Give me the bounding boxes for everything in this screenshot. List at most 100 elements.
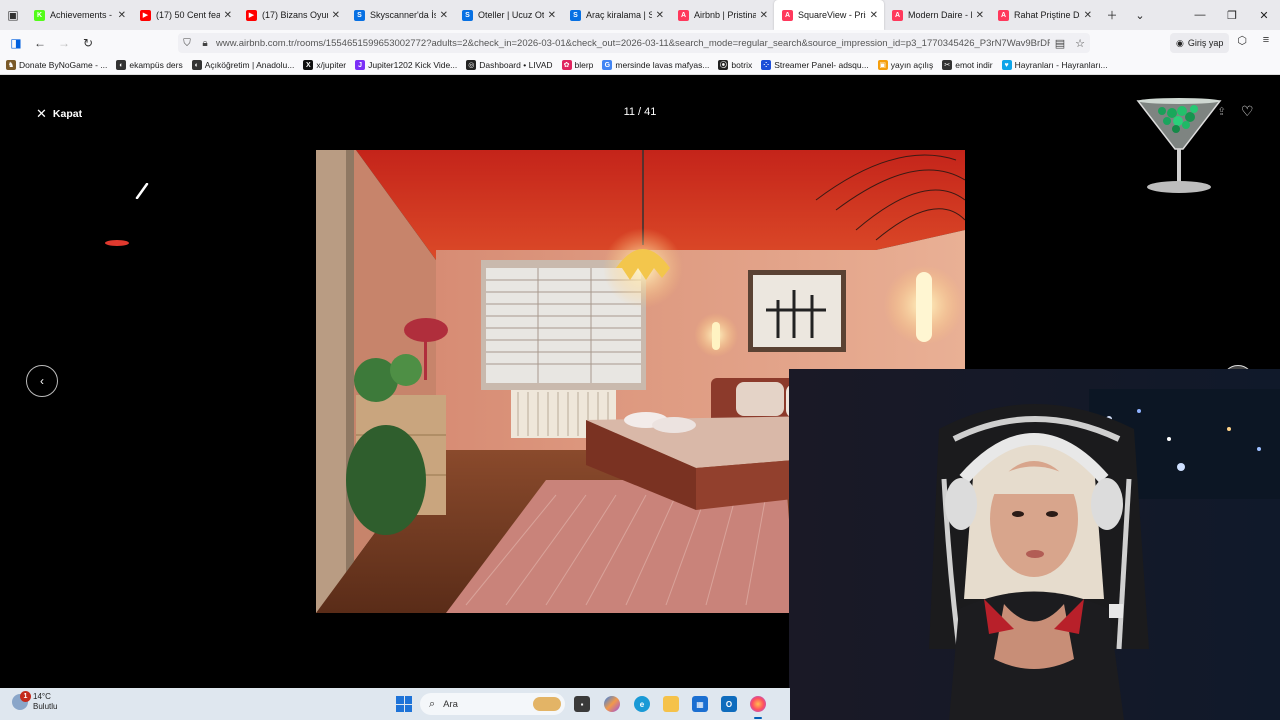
bookmark-item[interactable]: ⁘ Streamer Panel- adsqu... <box>761 60 869 70</box>
tab-close-icon[interactable]: ✕ <box>870 10 878 21</box>
tab-favicon-icon: A <box>782 9 793 21</box>
weather-widget[interactable]: 1 14°C Bulutlu <box>12 691 58 712</box>
sidebar-toggle-icon[interactable]: ◨ <box>4 36 28 50</box>
outlook-icon[interactable]: O <box>721 696 737 712</box>
bookmark-item[interactable]: ◐ Açıköğretim | Anadolu... <box>191 60 294 70</box>
sign-in-button[interactable]: ◉ Giriş yap <box>1170 33 1230 53</box>
menu-icon[interactable]: ≡ <box>1254 34 1278 47</box>
tab-close-icon[interactable]: ✕ <box>976 10 984 21</box>
bookmark-label: emot indir <box>955 60 993 70</box>
weather-condition: Bulutlu <box>33 702 58 711</box>
tab-close-icon[interactable]: ✕ <box>224 10 232 21</box>
tab-close-icon[interactable]: ✕ <box>1084 10 1092 21</box>
bookmark-label: ekampüs ders <box>129 60 183 70</box>
browser-nav-bar: ◨ ← → ↻ ⛉ 🔒︎ www.airbnb.com.tr/rooms/155… <box>0 30 1280 56</box>
tab-label: (17) 50 Cent feat. H <box>156 10 220 20</box>
start-button[interactable] <box>396 696 412 712</box>
chevron-left-icon: ‹ <box>40 374 44 388</box>
bookmark-label: mersinde lavas mafyas... <box>615 60 710 70</box>
drawn-stroke-red <box>105 240 129 246</box>
search-placeholder: Ara <box>443 698 458 710</box>
tab-close-icon[interactable]: ✕ <box>656 10 664 21</box>
browser-tab[interactable]: A Modern Daire - Prişt ✕ <box>884 0 990 30</box>
bookmark-item[interactable]: ▣ yayın açılış <box>877 60 933 70</box>
tab-overview-icon[interactable]: ▣ <box>0 0 26 30</box>
store-icon[interactable]: ▦ <box>692 696 708 712</box>
new-tab-button[interactable]: ＋ <box>1098 7 1126 23</box>
tab-favicon-icon: S <box>462 9 473 21</box>
tab-close-icon[interactable]: ✕ <box>332 10 340 21</box>
firefox-icon[interactable] <box>750 696 766 712</box>
browser-tab[interactable]: A Rahat Priştine Daire ✕ <box>990 0 1098 30</box>
bookmark-label: botrix <box>731 60 753 70</box>
bookmarks-bar: ♞ Donate ByNoGame - ... ◐ ekampüs ders ◐ Açık… <box>0 56 1280 75</box>
bookmark-item[interactable]: ⦿ botrix <box>718 60 752 70</box>
martini-glass-overlay <box>1136 98 1222 193</box>
lock-icon[interactable]: 🔒︎ <box>196 38 214 49</box>
edge-icon[interactable]: e <box>634 696 650 712</box>
heart-icon[interactable]: ♡ <box>1241 103 1254 120</box>
drawn-stroke-white <box>135 183 149 199</box>
forward-button[interactable]: → <box>52 36 76 50</box>
tracking-protection-icon[interactable]: ⛉ <box>178 38 196 49</box>
bookmark-favicon-icon: ⦿ <box>718 60 729 70</box>
taskbar-search[interactable]: ⌕ Ara <box>420 693 565 715</box>
restore-button[interactable]: ❐ <box>1216 9 1248 22</box>
tab-label: SquareView - Prişti <box>798 10 866 20</box>
browser-tab[interactable]: S Oteller | Ucuz Otel F ✕ <box>454 0 562 30</box>
minimize-button[interactable]: — <box>1184 9 1216 21</box>
reader-view-icon[interactable]: ▤ <box>1050 37 1070 50</box>
browser-tab[interactable]: A SquareView - Prişti ✕ <box>774 0 884 30</box>
bookmark-star-icon[interactable]: ☆ <box>1070 37 1090 50</box>
bookmark-label: Donate ByNoGame - ... <box>19 60 108 70</box>
extensions-icon[interactable]: ⬡ <box>1230 34 1254 47</box>
search-icon: ⌕ <box>429 697 436 710</box>
copilot-icon[interactable] <box>604 696 620 712</box>
bookmark-item[interactable]: ✂ emot indir <box>942 60 993 70</box>
tab-label: Oteller | Ucuz Otel F <box>478 10 544 20</box>
bookmark-item[interactable]: ◎ Dashboard • LIVAD <box>466 60 553 70</box>
tab-favicon-icon: A <box>998 9 1009 21</box>
task-view-icon[interactable]: ▪ <box>574 696 590 712</box>
close-window-button[interactable]: ✕ <box>1248 9 1280 22</box>
browser-tab[interactable]: ▶ (17) 50 Cent feat. H ✕ <box>132 0 238 30</box>
tab-favicon-icon: A <box>678 9 689 21</box>
screen: ▣ K Achievements - Kick ✕ ▶ (17) 50 Cent fea… <box>0 0 1280 720</box>
bookmark-item[interactable]: ♥ Hayranları - Hayranları... <box>1001 60 1108 70</box>
tab-close-icon[interactable]: ✕ <box>440 10 448 21</box>
url-text[interactable]: www.airbnb.com.tr/rooms/1554651599653002… <box>214 38 1050 49</box>
bookmark-favicon-icon: ✿ <box>561 60 572 70</box>
bookmark-item[interactable]: ✿ blerp <box>561 60 593 70</box>
tab-close-icon[interactable]: ✕ <box>548 10 556 21</box>
bookmark-item[interactable]: Xx/jupiter <box>303 60 346 70</box>
browser-tab-bar: ▣ K Achievements - Kick ✕ ▶ (17) 50 Cent fea… <box>0 0 1280 30</box>
bookmark-item[interactable]: Gmersinde lavas mafyas... <box>602 60 709 70</box>
bookmark-item[interactable]: ♞ Donate ByNoGame - ... <box>6 60 107 70</box>
tab-favicon-icon: ▶ <box>246 9 257 21</box>
previous-photo-button[interactable]: ‹ <box>26 365 58 397</box>
tab-close-icon[interactable]: ✕ <box>118 10 126 21</box>
bookmark-item[interactable]: J Jupiter1202 Kick Vide... <box>355 60 457 70</box>
tab-favicon-icon: ▶ <box>140 9 151 21</box>
tab-close-icon[interactable]: ✕ <box>760 10 768 21</box>
tab-list-chevron-icon[interactable]: ⌄ <box>1126 9 1154 22</box>
reload-button[interactable]: ↻ <box>76 36 100 50</box>
search-highlight-icon <box>533 697 561 711</box>
browser-tab[interactable]: S Skyscanner'da İstanbul ✕ <box>346 0 454 30</box>
browser-tab[interactable]: K Achievements - Kick ✕ <box>26 0 132 30</box>
tab-label: (17) Bizans Oyunları <box>262 10 328 20</box>
back-button[interactable]: ← <box>28 36 52 50</box>
tab-label: Araç kiralama | Skys <box>586 10 652 20</box>
browser-tab[interactable]: S Araç kiralama | Skys ✕ <box>562 0 670 30</box>
bookmark-item[interactable]: ◐ ekampüs ders <box>116 60 183 70</box>
browser-tab[interactable]: A Airbnb | Pristina - Ta ✕ <box>670 0 774 30</box>
bookmark-label: Hayranları - Hayranları... <box>1014 60 1108 70</box>
tab-favicon-icon: K <box>34 9 45 21</box>
close-viewer-button[interactable]: ✕ Kapat <box>36 106 82 122</box>
browser-tab[interactable]: ▶ (17) Bizans Oyunları ✕ <box>238 0 346 30</box>
tab-favicon-icon: S <box>354 9 365 21</box>
address-bar[interactable]: ⛉ 🔒︎ www.airbnb.com.tr/rooms/15546515996… <box>178 33 1090 53</box>
sign-in-label: Giriş yap <box>1187 38 1224 48</box>
tab-label: Achievements - Kick <box>50 10 114 20</box>
file-explorer-icon[interactable] <box>663 696 679 712</box>
